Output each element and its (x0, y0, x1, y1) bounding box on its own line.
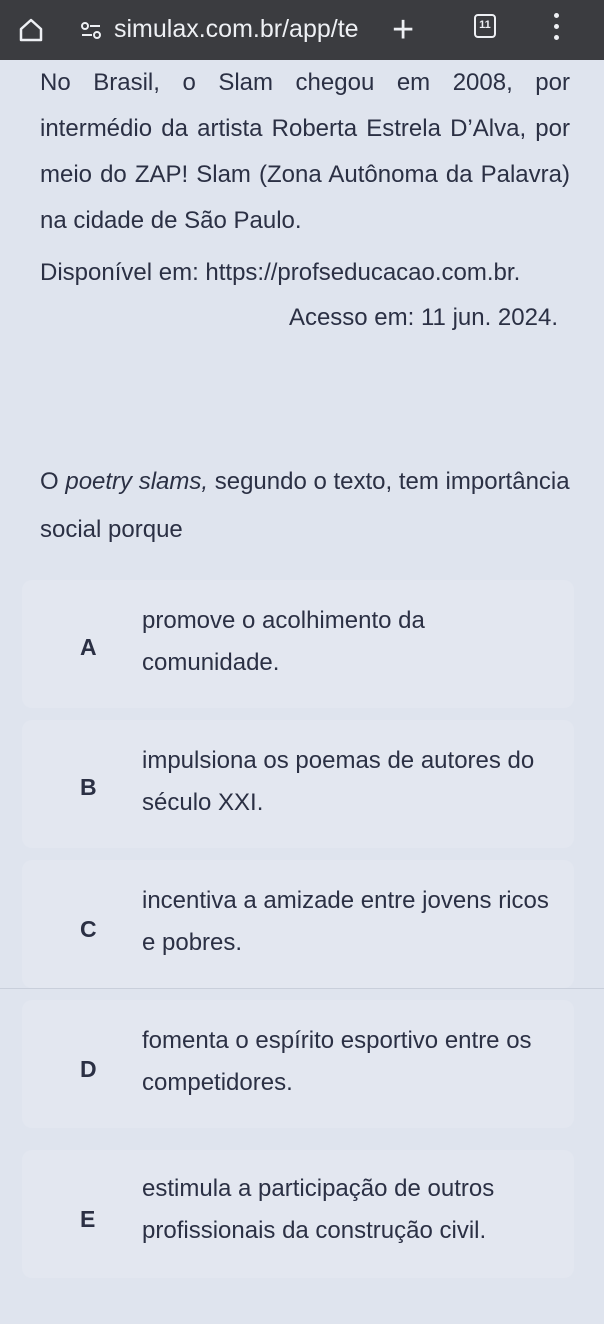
option-text: impulsiona os poemas de autores do sécul… (142, 747, 535, 816)
option-text: fomenta o espírito esportivo entre os co… (142, 1027, 532, 1096)
page-content: No Brasil, o Slam chegou em 2008, por in… (0, 60, 604, 1324)
access-date: Acesso em: 11 jun. 2024. (288, 304, 558, 331)
option-e[interactable]: E estimula a participação de outros prof… (22, 1150, 574, 1278)
browser-toolbar: simulax.com.br/app/te + 11 (0, 0, 604, 60)
option-d[interactable]: D fomenta o espírito esportivo entre os … (22, 1000, 574, 1128)
home-icon[interactable] (18, 18, 44, 42)
option-c[interactable]: C incentiva a amizade entre jovens ricos… (22, 860, 574, 988)
option-letter: E (80, 1206, 96, 1232)
quoted-text: No Brasil, o Slam chegou em 2008, por in… (40, 60, 570, 244)
option-text: promove o acolhimento da comunidade. (142, 607, 425, 676)
source-citation: Disponível em: https://profseducacao.com… (40, 259, 521, 286)
option-letter: C (80, 916, 97, 942)
question-text: O poetry slams, segundo o texto, tem imp… (40, 468, 570, 543)
divider (0, 988, 604, 989)
option-b[interactable]: B impulsiona os poemas de autores do séc… (22, 720, 574, 848)
tune-icon[interactable] (80, 20, 102, 42)
option-text: incentiva a amizade entre jovens ricos e… (142, 887, 549, 956)
tabs-icon[interactable]: 11 (474, 14, 496, 38)
plus-icon[interactable]: + (392, 10, 414, 50)
tab-count: 11 (479, 19, 491, 31)
option-letter: D (80, 1056, 97, 1082)
option-a[interactable]: A promove o acolhimento da comunidade. (22, 580, 574, 708)
option-letter: B (80, 774, 97, 800)
quote-paragraph: No Brasil, o Slam chegou em 2008, por in… (40, 69, 570, 234)
menu-icon[interactable] (554, 10, 560, 46)
address-bar[interactable]: simulax.com.br/app/te (114, 14, 364, 44)
question-emphasis: poetry slams, (65, 468, 209, 495)
option-text: estimula a participação de outros profis… (142, 1175, 495, 1244)
option-letter: A (80, 634, 97, 660)
